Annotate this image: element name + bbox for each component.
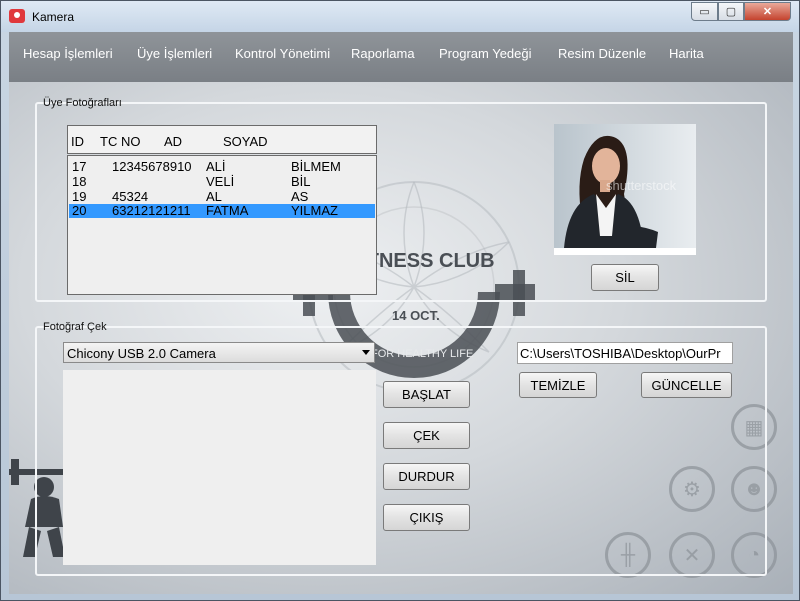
title-bar[interactable]: Kamera ▭ ▢ ✕ xyxy=(1,1,799,32)
member-photo: shutterstock xyxy=(554,124,696,255)
window-title: Kamera xyxy=(32,10,75,24)
cell-id: 17 xyxy=(72,159,87,174)
table-row[interactable]: 19 45324 AL AS xyxy=(69,190,375,204)
menu-harita[interactable]: Harita xyxy=(669,46,704,61)
menu-kontrol-yonetimi[interactable]: Kontrol Yönetimi xyxy=(235,46,330,61)
photo-watermark: shutterstock xyxy=(606,178,677,193)
capture-button[interactable]: ÇEK xyxy=(383,422,470,449)
cell-soyad: YILMAZ xyxy=(291,203,338,218)
camera-app-icon xyxy=(9,9,25,23)
update-button[interactable]: GÜNCELLE xyxy=(641,372,732,398)
start-button[interactable]: BAŞLAT xyxy=(383,381,470,408)
table-row[interactable]: 18 VELİ BİL xyxy=(69,175,375,189)
club-date-text: 14 OCT. xyxy=(392,308,440,323)
column-ad[interactable]: AD xyxy=(164,134,182,149)
member-photos-label: Üye Fotoğrafları xyxy=(43,97,122,109)
table-row-selected[interactable]: 20 63212121211 FATMA YILMAZ xyxy=(69,204,375,218)
cell-id: 18 xyxy=(72,174,87,189)
column-tc-no[interactable]: TC NO xyxy=(100,134,140,149)
cell-soyad: BİL xyxy=(291,174,311,189)
table-row[interactable]: 17 12345678910 ALİ BİLMEM xyxy=(69,160,375,174)
close-button[interactable]: ✕ xyxy=(744,2,791,21)
camera-select[interactable]: Chicony USB 2.0 Camera xyxy=(63,342,375,363)
stop-button[interactable]: DURDUR xyxy=(383,463,470,490)
menu-bar: Hesap İşlemleri Üye İşlemleri Kontrol Yö… xyxy=(9,32,793,82)
client-area: FITNESS CLUB 14 OCT. FOR HEALTHY LIFE ▦ … xyxy=(9,32,793,594)
cell-tc: 12345678910 xyxy=(112,159,192,174)
cell-ad: FATMA xyxy=(206,203,249,218)
minimize-button[interactable]: ▭ xyxy=(691,2,718,21)
photo-path-field[interactable]: C:\Users\TOSHIBA\Desktop\OurPr xyxy=(517,342,733,364)
cell-soyad: BİLMEM xyxy=(291,159,341,174)
cell-ad: ALİ xyxy=(206,159,226,174)
cell-tc: 63212121211 xyxy=(112,203,191,218)
member-list-header: ID TC NO AD SOYAD xyxy=(67,125,377,154)
cell-ad: AL xyxy=(206,189,222,204)
app-window: Kamera ▭ ▢ ✕ FITNESS CLUB 14 OCT. FOR HE… xyxy=(0,0,800,601)
chevron-down-icon[interactable] xyxy=(362,350,370,355)
clear-button[interactable]: TEMİZLE xyxy=(519,372,597,398)
menu-resim-duzenle[interactable]: Resim Düzenle xyxy=(558,46,646,61)
menu-program-yedegi[interactable]: Program Yedeği xyxy=(439,46,532,61)
cell-soyad: AS xyxy=(291,189,309,204)
cell-ad: VELİ xyxy=(206,174,235,189)
column-id[interactable]: ID xyxy=(71,134,84,149)
member-list[interactable]: 17 12345678910 ALİ BİLMEM 18 VELİ BİL 19… xyxy=(67,155,377,295)
cell-tc: 45324 xyxy=(112,189,149,204)
take-photo-label: Fotoğraf Çek xyxy=(43,321,107,333)
column-soyad[interactable]: SOYAD xyxy=(223,134,268,149)
menu-raporlama[interactable]: Raporlama xyxy=(351,46,415,61)
maximize-button[interactable]: ▢ xyxy=(718,2,744,21)
camera-preview xyxy=(63,370,376,565)
camera-select-value: Chicony USB 2.0 Camera xyxy=(67,346,216,361)
exit-button[interactable]: ÇIKIŞ xyxy=(383,504,470,531)
menu-hesap-islemleri[interactable]: Hesap İşlemleri xyxy=(23,46,113,61)
cell-id: 20 xyxy=(72,203,87,218)
delete-button[interactable]: SİL xyxy=(591,264,659,291)
cell-id: 19 xyxy=(72,189,87,204)
menu-uye-islemleri[interactable]: Üye İşlemleri xyxy=(137,46,212,61)
